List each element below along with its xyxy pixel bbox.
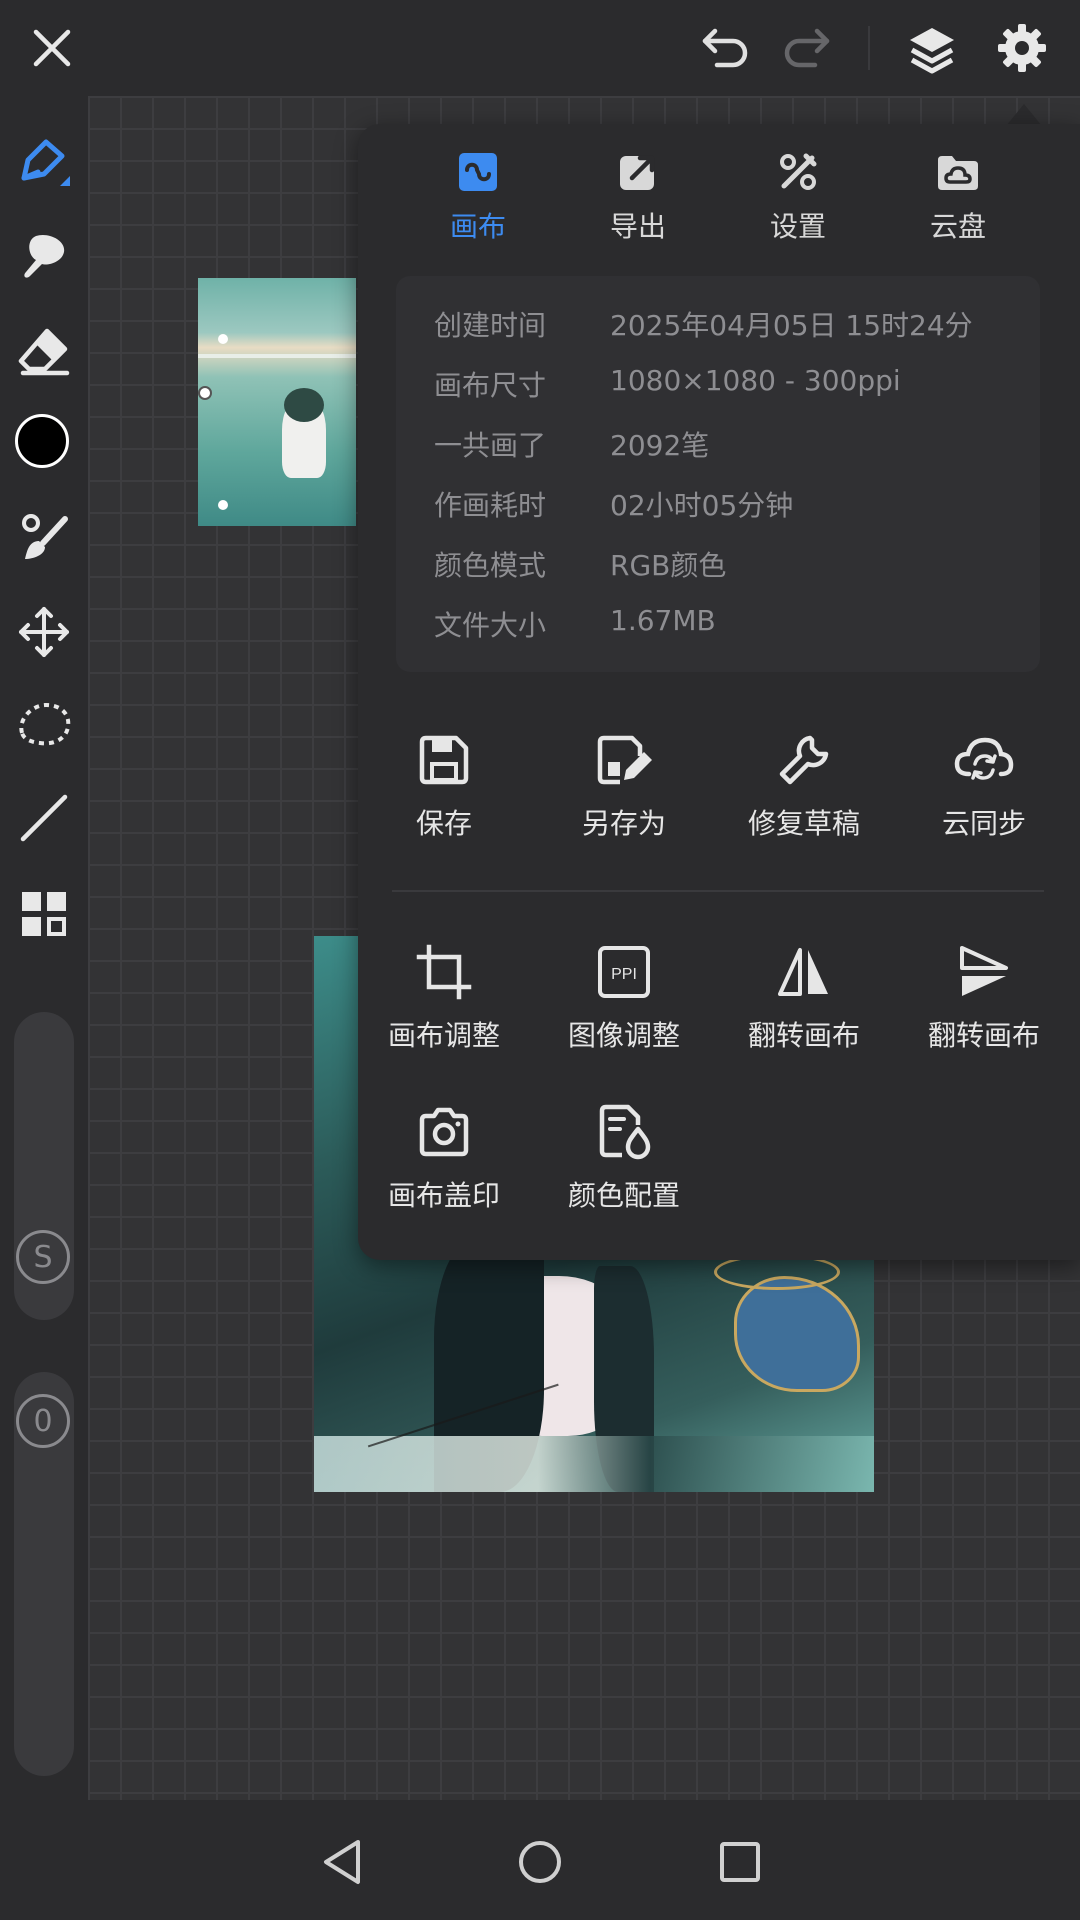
redo-icon[interactable] xyxy=(774,20,838,76)
reference-divider xyxy=(198,354,356,358)
reference-dot xyxy=(218,334,228,344)
info-key: 颜色模式 xyxy=(434,549,547,582)
cloud-sync-button[interactable]: 云同步 xyxy=(898,724,1070,842)
color-profile-button[interactable]: 颜色配置 xyxy=(538,1096,710,1214)
camera-icon xyxy=(419,1107,469,1157)
cloud-sync-label: 云同步 xyxy=(941,807,1026,840)
tab-export[interactable]: 导出 xyxy=(578,152,698,245)
info-key: 作画耗时 xyxy=(434,489,547,522)
top-toolbar xyxy=(0,0,1080,96)
canvas-stamp-button[interactable]: 画布盖印 xyxy=(358,1096,530,1214)
reference-image[interactable] xyxy=(198,278,356,526)
opacity-slider-knob[interactable]: 0 xyxy=(16,1394,70,1448)
cloud-drive-icon xyxy=(938,156,978,190)
canvas-adjust-button[interactable]: 画布调整 xyxy=(358,936,530,1054)
info-value: 1080×1080 - 300ppi xyxy=(610,364,901,397)
wrench-icon xyxy=(779,735,829,785)
tab-settings[interactable]: 设置 xyxy=(738,152,858,245)
export-icon xyxy=(620,155,655,190)
color-swatch[interactable] xyxy=(15,414,69,468)
tab-export-label: 导出 xyxy=(609,210,666,243)
crop-icon xyxy=(416,944,472,1000)
undo-icon[interactable] xyxy=(694,20,758,76)
info-key: 画布尺寸 xyxy=(434,369,547,402)
system-nav-bar xyxy=(0,1800,1080,1920)
save-as-button[interactable]: 另存为 xyxy=(538,724,710,842)
save-as-label: 另存为 xyxy=(581,807,666,840)
size-slider-label: S xyxy=(33,1239,53,1275)
artwork-flower xyxy=(734,1276,860,1392)
save-icon xyxy=(419,735,469,785)
section-divider xyxy=(392,890,1044,892)
canvas-info-card: 创建时间 2025年04月05日 15时24分 画布尺寸 1080×1080 -… xyxy=(396,276,1040,672)
reference-figure-hair xyxy=(284,388,324,422)
info-value: 2092笔 xyxy=(610,429,710,462)
size-slider-knob[interactable]: S xyxy=(16,1230,70,1284)
info-key: 文件大小 xyxy=(434,609,547,642)
opacity-slider[interactable]: 0 xyxy=(14,1372,74,1776)
canvas-adjust-label: 画布调整 xyxy=(387,1019,500,1052)
canvas-menu-panel: 画布 导出 设置 云盘 创建时间 2025年04月05日 15时24分 画布尺寸… xyxy=(358,124,1080,1260)
info-value: 2025年04月05日 15时24分 xyxy=(610,309,973,342)
lasso-icon[interactable] xyxy=(12,692,76,756)
grid-icon[interactable] xyxy=(12,882,76,946)
tools-icon xyxy=(780,153,817,190)
tab-canvas[interactable]: 画布 xyxy=(418,152,538,245)
size-slider[interactable]: S xyxy=(14,1012,74,1320)
gear-icon[interactable] xyxy=(990,18,1054,78)
repair-draft-label: 修复草稿 xyxy=(747,807,860,840)
tab-settings-label: 设置 xyxy=(769,210,826,243)
info-value: 1.67MB xyxy=(610,604,716,637)
opacity-slider-label: 0 xyxy=(33,1403,53,1439)
flip-canvas-vertical-label: 翻转画布 xyxy=(927,1019,1040,1052)
toolbar-divider xyxy=(868,26,870,70)
eraser-icon[interactable] xyxy=(12,320,76,384)
tab-canvas-label: 画布 xyxy=(449,210,506,243)
tab-cloud-drive-label: 云盘 xyxy=(929,210,986,243)
move-icon[interactable] xyxy=(12,600,76,664)
reference-handle[interactable] xyxy=(198,386,212,400)
save-as-icon xyxy=(597,735,652,785)
save-button[interactable]: 保存 xyxy=(358,724,530,842)
back-icon[interactable] xyxy=(310,1830,374,1894)
image-adjust-button[interactable]: PPI 图像调整 xyxy=(538,936,710,1054)
svg-text:PPI: PPI xyxy=(611,966,637,983)
info-key: 创建时间 xyxy=(434,309,547,342)
brush-adjust-icon[interactable] xyxy=(12,506,76,570)
layers-icon[interactable] xyxy=(900,20,964,80)
color-profile-label: 颜色配置 xyxy=(567,1179,680,1212)
info-key: 一共画了 xyxy=(434,429,547,462)
flip-vertical-icon xyxy=(960,946,1008,996)
home-icon[interactable] xyxy=(508,1830,572,1894)
color-profile-icon xyxy=(599,1104,651,1160)
repair-draft-button[interactable]: 修复草稿 xyxy=(718,724,890,842)
save-label: 保存 xyxy=(415,807,472,840)
flip-horizontal-icon xyxy=(778,948,828,996)
menu-caret xyxy=(1006,104,1042,126)
info-value: RGB颜色 xyxy=(610,549,727,582)
recents-icon[interactable] xyxy=(708,1830,772,1894)
info-value: 02小时05分钟 xyxy=(610,489,794,522)
ppi-icon: PPI xyxy=(598,946,650,998)
tab-cloud-drive[interactable]: 云盘 xyxy=(898,152,1018,245)
cloud-sync-icon xyxy=(954,737,1014,780)
canvas-stamp-label: 画布盖印 xyxy=(387,1179,500,1212)
pen-icon[interactable] xyxy=(12,130,76,194)
tool-sidebar: S 0 xyxy=(0,96,88,1800)
flip-canvas-horizontal-button[interactable]: 翻转画布 xyxy=(718,936,890,1054)
image-adjust-label: 图像调整 xyxy=(567,1019,680,1052)
canvas-icon xyxy=(459,153,497,191)
line-icon[interactable] xyxy=(12,786,76,850)
flip-canvas-horizontal-label: 翻转画布 xyxy=(747,1019,860,1052)
reference-dot xyxy=(218,500,228,510)
close-icon[interactable] xyxy=(20,20,84,76)
flip-canvas-vertical-button[interactable]: 翻转画布 xyxy=(898,936,1070,1054)
smudge-icon[interactable] xyxy=(12,224,76,288)
artwork-bottom-light xyxy=(314,1436,874,1492)
